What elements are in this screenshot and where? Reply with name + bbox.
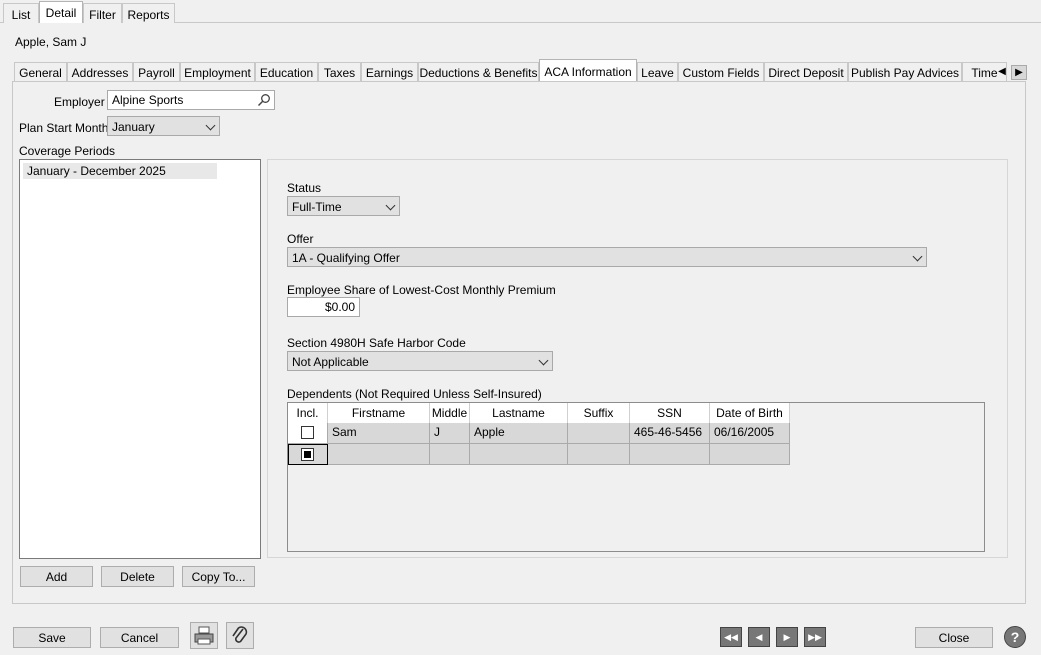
tab-list[interactable]: List <box>3 3 39 23</box>
offer-select[interactable]: 1A - Qualifying Offer <box>287 247 927 267</box>
new-row-checkbox[interactable] <box>301 448 314 461</box>
employer-label: Employer <box>54 95 105 109</box>
dependents-grid[interactable]: Incl. Firstname Middle Lastname Suffix S… <box>287 402 985 552</box>
tab-education[interactable]: Education <box>255 62 318 82</box>
table-row <box>288 423 328 444</box>
col-dob[interactable]: Date of Birth <box>710 403 790 423</box>
tab-employment[interactable]: Employment <box>180 62 255 82</box>
tab-aca-information[interactable]: ACA Information <box>539 59 637 82</box>
premium-field[interactable]: $0.00 <box>287 297 360 317</box>
col-firstname[interactable]: Firstname <box>328 403 430 423</box>
tab-payroll[interactable]: Payroll <box>133 62 180 82</box>
dependents-label: Dependents (Not Required Unless Self-Ins… <box>287 387 542 401</box>
tab-detail[interactable]: Detail <box>39 1 83 23</box>
coverage-list[interactable]: January - December 2025 <box>19 159 261 559</box>
col-suffix[interactable]: Suffix <box>568 403 630 423</box>
search-icon[interactable] <box>257 93 271 107</box>
new-cell[interactable] <box>630 444 710 465</box>
col-lastname[interactable]: Lastname <box>470 403 568 423</box>
coverage-label: Coverage Periods <box>19 144 116 158</box>
printer-icon <box>194 626 214 645</box>
safe-harbor-select[interactable]: Not Applicable <box>287 351 553 371</box>
offer-value: 1A - Qualifying Offer <box>292 251 400 265</box>
tab-reports[interactable]: Reports <box>122 3 175 23</box>
safe-harbor-value: Not Applicable <box>292 355 369 369</box>
copy-to-button[interactable]: Copy To... <box>182 566 255 587</box>
paperclip-icon <box>232 626 248 643</box>
delete-button[interactable]: Delete <box>101 566 174 587</box>
tab-scroll-right-icon[interactable]: ▶ <box>1011 65 1027 80</box>
tab-addresses[interactable]: Addresses <box>67 62 133 82</box>
offer-label: Offer <box>287 232 314 246</box>
chevron-down-icon <box>538 355 549 366</box>
last-record-icon[interactable]: ▶▶ <box>804 627 826 647</box>
tab-general[interactable]: General <box>14 62 67 82</box>
cell-dob[interactable]: 06/16/2005 <box>710 423 790 444</box>
previous-record-icon[interactable]: ◀ <box>748 627 770 647</box>
col-incl[interactable]: Incl. <box>288 403 328 423</box>
add-button[interactable]: Add <box>20 566 93 587</box>
cell-firstname[interactable]: Sam <box>328 423 430 444</box>
status-select[interactable]: Full-Time <box>287 196 400 216</box>
print-button[interactable] <box>190 622 218 649</box>
new-cell[interactable] <box>430 444 470 465</box>
chevron-down-icon <box>205 120 216 131</box>
tab-filter[interactable]: Filter <box>83 3 122 23</box>
col-ssn[interactable]: SSN <box>630 403 710 423</box>
tab-leave[interactable]: Leave <box>637 62 678 82</box>
tab-custom-fields[interactable]: Custom Fields <box>678 62 764 82</box>
new-cell[interactable] <box>568 444 630 465</box>
cell-middle[interactable]: J <box>430 423 470 444</box>
employer-value: Alpine Sports <box>112 93 184 107</box>
employee-name: Apple, Sam J <box>15 35 87 49</box>
first-record-icon[interactable]: ◀◀ <box>720 627 742 647</box>
new-cell[interactable] <box>710 444 790 465</box>
tab-taxes[interactable]: Taxes <box>318 62 361 82</box>
cell-suffix[interactable] <box>568 423 630 444</box>
employer-field[interactable]: Alpine Sports <box>107 90 275 110</box>
next-record-icon[interactable]: ▶ <box>776 627 798 647</box>
tab-publish-pay-advices[interactable]: Publish Pay Advices <box>848 62 962 82</box>
status-label: Status <box>287 181 322 195</box>
chevron-down-icon <box>912 251 923 262</box>
help-icon[interactable]: ? <box>1004 626 1026 648</box>
plan-start-select[interactable]: January <box>107 116 220 136</box>
safe-harbor-label: Section 4980H Safe Harbor Code <box>287 336 466 350</box>
chevron-down-icon <box>385 200 396 211</box>
cancel-button[interactable]: Cancel <box>100 627 179 648</box>
new-cell[interactable] <box>470 444 568 465</box>
tab-earnings[interactable]: Earnings <box>361 62 418 82</box>
save-button[interactable]: Save <box>13 627 91 648</box>
new-row <box>288 444 328 465</box>
close-button[interactable]: Close <box>915 627 993 648</box>
tab-scroll-left-icon[interactable]: ◀ <box>994 65 1010 80</box>
new-cell[interactable] <box>328 444 430 465</box>
include-checkbox[interactable] <box>301 426 314 439</box>
plan-start-label: Plan Start Month <box>19 121 109 135</box>
sub-tab-bar: General Addresses Payroll Employment Edu… <box>14 59 1028 82</box>
plan-start-value: January <box>112 120 155 134</box>
tab-deductions-benefits[interactable]: Deductions & Benefits <box>418 62 539 82</box>
tab-direct-deposit[interactable]: Direct Deposit <box>764 62 848 82</box>
coverage-item[interactable]: January - December 2025 <box>23 163 217 179</box>
premium-label: Employee Share of Lowest-Cost Monthly Pr… <box>287 283 556 297</box>
col-middle[interactable]: Middle <box>430 403 470 423</box>
attach-button[interactable] <box>226 622 254 649</box>
status-value: Full-Time <box>292 200 342 214</box>
cell-lastname[interactable]: Apple <box>470 423 568 444</box>
cell-ssn[interactable]: 465-46-5456 <box>630 423 710 444</box>
